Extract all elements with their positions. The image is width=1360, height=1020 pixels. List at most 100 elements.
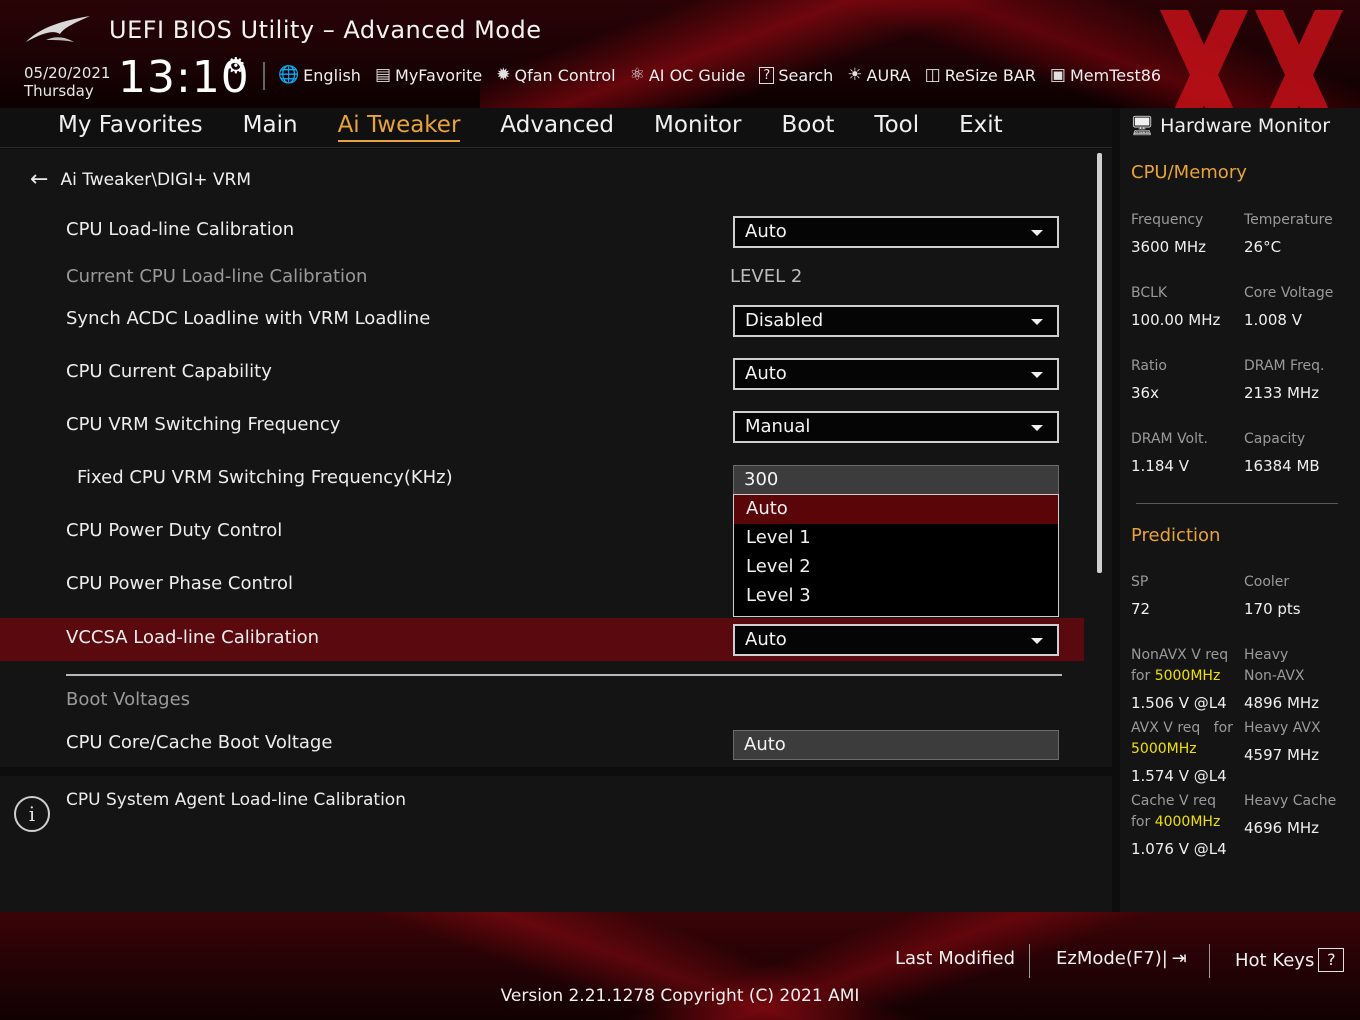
chevron-down-icon	[1031, 425, 1043, 431]
dropdown-option[interactable]: Level 2	[734, 553, 1058, 582]
search-label: Search	[778, 65, 834, 85]
prediction-heading: Prediction	[1131, 525, 1221, 546]
last-modified-button[interactable]: Last Modified	[895, 948, 1015, 969]
tab-main[interactable]: Main	[243, 112, 338, 138]
header-bar: UEFI BIOS Utility – Advanced Mode 05/20/…	[0, 0, 1360, 108]
setting-label: Current CPU Load-line Calibration	[66, 266, 368, 287]
vccsa-llc-select[interactable]: Auto	[733, 624, 1059, 656]
breadcrumb: ← Ai Tweaker\DIGI+ VRM	[30, 167, 251, 192]
hw-label: Frequency	[1131, 212, 1204, 228]
hw-label: Core Voltage	[1244, 285, 1334, 301]
select-value: Auto	[745, 363, 787, 384]
setting-label: Synch ACDC Loadline with VRM Loadline	[66, 308, 431, 329]
main-nav: My Favorites Main Ai Tweaker Advanced Mo…	[0, 108, 1112, 148]
date-text: 05/20/2021	[24, 64, 111, 82]
chevron-down-icon	[1031, 230, 1043, 236]
myfavorite-label: MyFavorite	[395, 65, 483, 85]
settings-panel: ← Ai Tweaker\DIGI+ VRM CPU Load-line Cal…	[0, 149, 1112, 767]
cpu-llc-select[interactable]: Auto	[733, 216, 1059, 248]
hw-label: Temperature	[1244, 212, 1333, 228]
search-button[interactable]: ? Search	[759, 66, 833, 85]
resize-bar-button[interactable]: ◫ ReSize BAR	[925, 65, 1036, 85]
hw-value: 4696 MHz	[1244, 819, 1320, 837]
breadcrumb-text: Ai Tweaker\DIGI+ VRM	[60, 169, 252, 190]
memtest-button[interactable]: ▣ MemTest86	[1050, 65, 1161, 85]
ezmode-button[interactable]: EzMode(F7)| ⇥	[1056, 948, 1187, 969]
ai-oc-label: AI OC Guide	[648, 65, 746, 85]
hw-value: 2133 MHz	[1244, 384, 1320, 402]
hw-label: Heavy	[1244, 647, 1289, 663]
dropdown-option[interactable]: Level 1	[734, 524, 1058, 553]
synch-acdc-select[interactable]: Disabled	[733, 305, 1059, 337]
rog-logo-icon	[26, 16, 90, 42]
boot-voltage-input[interactable]: Auto	[733, 730, 1059, 760]
qfan-label: Qfan Control	[514, 65, 616, 85]
hw-freq-highlight: 4000MHz	[1154, 814, 1221, 830]
hw-value: 1.184 V	[1131, 457, 1189, 475]
tab-exit[interactable]: Exit	[959, 112, 1043, 138]
hw-label: DRAM Volt.	[1131, 431, 1208, 447]
hw-value: 3600 MHz	[1131, 238, 1207, 256]
monitor-icon: 🖥	[1130, 115, 1155, 137]
select-value: Auto	[745, 221, 787, 242]
help-panel: i CPU System Agent Load-line Calibration	[0, 776, 1112, 912]
myfavorite-button[interactable]: ▤ MyFavorite	[375, 65, 482, 85]
hw-freq-highlight: 5000MHz	[1154, 668, 1221, 684]
tab-boot[interactable]: Boot	[781, 112, 874, 138]
setting-label: VCCSA Load-line Calibration	[66, 627, 320, 648]
tab-advanced[interactable]: Advanced	[500, 112, 654, 138]
vrm-switching-frequency-select[interactable]: Manual	[733, 411, 1059, 443]
language-button[interactable]: 🌐 English	[278, 65, 361, 85]
dropdown-option[interactable]: Auto	[734, 495, 1058, 524]
hw-value: 4896 MHz	[1244, 694, 1320, 712]
cpu-current-capability-select[interactable]: Auto	[733, 358, 1059, 390]
hw-value: 36x	[1131, 384, 1159, 402]
dropdown-menu: Auto Level 1 Level 2 Level 3	[733, 494, 1059, 617]
hw-value: 1.506 V @L4	[1131, 694, 1227, 712]
hw-value: 170 pts	[1244, 600, 1301, 618]
help-text: CPU System Agent Load-line Calibration	[66, 790, 406, 810]
hot-keys-button[interactable]: Hot Keys ?	[1235, 948, 1345, 972]
tab-my-favorites[interactable]: My Favorites	[58, 112, 243, 138]
divider	[1029, 944, 1030, 978]
setting-label: CPU Power Duty Control	[66, 520, 283, 541]
hw-divider	[1136, 503, 1338, 504]
setting-label: CPU Load-line Calibration	[66, 219, 295, 240]
back-arrow-icon[interactable]: ←	[30, 167, 48, 192]
hw-label: Non-AVX	[1244, 668, 1305, 684]
scrollbar[interactable]	[1097, 153, 1102, 573]
ai-oc-guide-button[interactable]: ⚛ AI OC Guide	[630, 65, 746, 85]
tab-ai-tweaker[interactable]: Ai Tweaker	[337, 112, 501, 142]
day-text: Thursday	[24, 82, 94, 100]
aura-button[interactable]: ☀ AURA	[847, 65, 910, 85]
gear-icon[interactable]: ⚙	[226, 54, 246, 79]
dropdown-option[interactable]: Level 3	[734, 582, 1058, 611]
current-llc-value: LEVEL 2	[730, 266, 803, 287]
hw-value: 100.00 MHz	[1131, 311, 1221, 329]
hw-label: Ratio	[1131, 358, 1167, 374]
qfan-control-button[interactable]: ✹ Qfan Control	[496, 65, 615, 85]
globe-icon: 🌐	[278, 65, 300, 85]
hw-label: Heavy Cache	[1244, 793, 1337, 809]
fixed-vrm-frequency-input[interactable]: 300	[733, 465, 1059, 495]
hardware-monitor-panel: 🖥 Hardware Monitor CPU/Memory Frequency …	[1120, 108, 1360, 912]
info-icon: i	[14, 796, 50, 832]
hw-value: 1.008 V	[1244, 311, 1302, 329]
hw-value: 16384 MB	[1244, 457, 1320, 475]
exit-arrow-icon: ⇥	[1171, 948, 1187, 969]
aura-label: AURA	[866, 65, 911, 85]
hw-label: Heavy AVX	[1244, 720, 1321, 736]
select-value: Auto	[745, 629, 787, 650]
tab-tool[interactable]: Tool	[874, 112, 959, 138]
favorite-icon: ▤	[374, 65, 392, 85]
date-display: 05/20/2021 Thursday	[24, 64, 110, 100]
app-title: UEFI BIOS Utility – Advanced Mode	[109, 16, 542, 44]
tab-monitor[interactable]: Monitor	[654, 112, 781, 138]
section-divider	[66, 674, 1062, 676]
hw-label: Cooler	[1244, 574, 1290, 590]
hw-label: 5000MHz	[1131, 741, 1197, 757]
hw-label: Cache V req	[1131, 793, 1216, 809]
aura-icon: ☀	[847, 65, 863, 85]
version-text: Version 2.21.1278 Copyright (C) 2021 AMI	[500, 986, 860, 1006]
resize-bar-icon: ◫	[924, 65, 941, 85]
